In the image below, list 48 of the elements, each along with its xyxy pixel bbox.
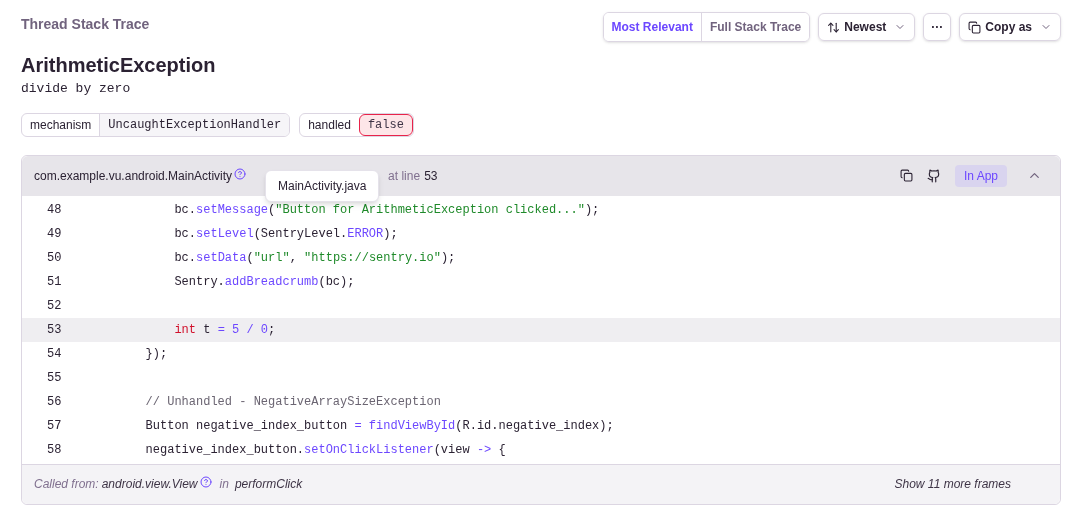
called-from-label: Called from: bbox=[34, 476, 99, 493]
line-number: 51 bbox=[46, 273, 63, 291]
tooltip: MainActivity.java bbox=[265, 169, 380, 202]
line-number: 52 bbox=[46, 297, 63, 315]
help-icon bbox=[199, 476, 212, 488]
tag-key: handled bbox=[300, 113, 359, 136]
called-from-module: android.view.View bbox=[101, 476, 198, 493]
code-text: }); bbox=[144, 345, 168, 363]
copy-as-button[interactable]: Copy as bbox=[959, 13, 1061, 41]
frame-module: com.example.vu.android.MainActivity bbox=[34, 167, 233, 185]
code-text: Button negative_index_button = findViewById(R.id.negative_index); bbox=[144, 417, 614, 435]
line-number: 54 bbox=[46, 345, 63, 363]
in-app-badge: In App bbox=[954, 164, 1007, 187]
code-text: negative_index_button.setOnClickListener(view -> { bbox=[144, 441, 506, 459]
code-text: // Unhandled - NegativeArraySizeException bbox=[144, 393, 441, 411]
line-number: 53 bbox=[46, 321, 63, 339]
show-more-frames-link[interactable]: Show 11 more frames bbox=[894, 475, 1011, 493]
code-text: bc.setMessage("Button for ArithmeticException clicked..."); bbox=[173, 201, 600, 219]
help-icon bbox=[234, 167, 247, 180]
more-button[interactable]: ··· bbox=[923, 13, 952, 41]
sort-button[interactable]: Newest bbox=[818, 13, 916, 41]
sort-icon bbox=[827, 20, 841, 34]
line-number: 56 bbox=[46, 393, 63, 411]
view-tab[interactable]: Full Stack Trace bbox=[700, 13, 810, 41]
view-tab[interactable]: Most Relevant bbox=[603, 13, 701, 41]
code-text: Sentry.addBreadcrumb(bc); bbox=[173, 273, 355, 291]
section-title: Thread Stack Trace bbox=[21, 15, 150, 34]
tag-value: false bbox=[358, 113, 413, 136]
code-text: bc.setLevel(SentryLevel.ERROR); bbox=[173, 225, 398, 243]
line-number: 53 bbox=[424, 167, 438, 185]
github-icon[interactable] bbox=[926, 168, 941, 183]
exception-message: divide by zero bbox=[21, 80, 132, 98]
called-from-function: performClick bbox=[234, 476, 303, 493]
copy-icon[interactable] bbox=[899, 169, 913, 182]
line-number: 50 bbox=[46, 249, 63, 267]
copy-icon bbox=[968, 20, 982, 34]
line-number: 57 bbox=[46, 417, 63, 435]
tag-value: UncaughtExceptionHandler bbox=[99, 113, 290, 136]
code-text: int t = 5 / 0; bbox=[173, 321, 276, 339]
in-label: in bbox=[219, 476, 229, 493]
line-number: 48 bbox=[46, 201, 63, 219]
exception-type: ArithmeticException bbox=[21, 53, 217, 78]
line-number: 58 bbox=[46, 441, 63, 459]
code-text: bc.setData("url", "https://sentry.io"); bbox=[173, 249, 456, 267]
line-label: at line bbox=[388, 167, 421, 185]
tag-key: mechanism bbox=[22, 113, 100, 136]
line-number: 49 bbox=[46, 225, 63, 243]
line-number: 55 bbox=[46, 369, 63, 387]
